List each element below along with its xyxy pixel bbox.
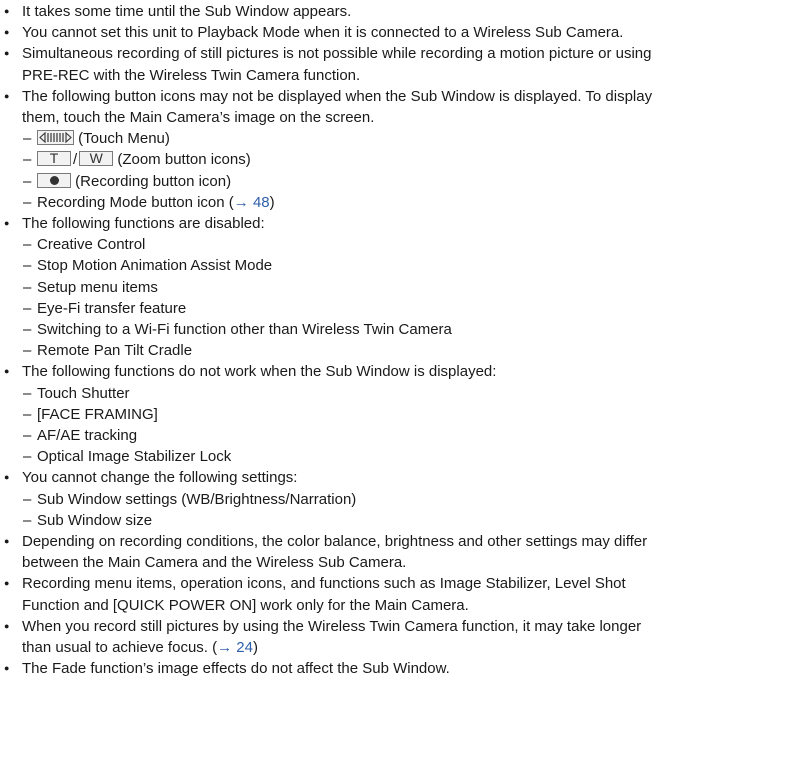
bullet-text: You cannot set this unit to Playback Mod…	[22, 24, 624, 42]
sub-item-text: Creative Control	[37, 236, 146, 254]
bullet-text: It takes some time until the Sub Window …	[22, 3, 352, 20]
slash-separator: /	[73, 151, 78, 169]
sub-item-text: AF/AE tracking	[37, 427, 138, 445]
page-ref-link[interactable]: → 24	[217, 639, 253, 656]
sub-item: AF/AE tracking	[4, 425, 804, 446]
sub-item-recording-mode: Recording Mode button icon (→ 48)	[4, 192, 804, 213]
sub-item: Optical Image Stabilizer Lock	[4, 446, 804, 467]
recording-icon-label: (Recording button icon)	[75, 172, 232, 190]
sub-item: Setup menu items	[4, 277, 804, 298]
closing-paren: )	[269, 193, 275, 211]
sub-item-recording-icon: (Recording button icon)	[4, 171, 804, 192]
sub-item: Eye-Fi transfer feature	[4, 298, 804, 319]
bullet-item: The following functions do not work when…	[4, 361, 804, 382]
bullet-text: them, touch the Main Camera’s image on t…	[22, 109, 375, 127]
recording-button-icon	[37, 172, 71, 188]
sub-item-text: Sub Window settings (WB/Brightness/Narra…	[37, 490, 357, 508]
bullet-text: You cannot change the following settings…	[22, 469, 298, 487]
bullet-text: PRE-REC with the Wireless Twin Camera fu…	[22, 66, 361, 84]
bullet-text: When you record still pictures by using …	[22, 617, 642, 635]
sub-item-text: Switching to a Wi-Fi function other than…	[37, 321, 452, 339]
bullet-text: Depending on recording conditions, the c…	[22, 533, 648, 551]
sub-item-touch-menu: (Touch Menu)	[4, 128, 804, 149]
sub-item: Remote Pan Tilt Cradle	[4, 340, 804, 361]
sub-item-text: Setup menu items	[37, 278, 158, 296]
zoom-t-icon: T	[37, 151, 71, 167]
zoom-w-icon: W	[79, 151, 114, 167]
touch-menu-label: (Touch Menu)	[78, 130, 170, 148]
sub-item: Touch Shutter	[4, 383, 804, 404]
bullet-item: You cannot set this unit to Playback Mod…	[4, 22, 804, 43]
sub-item-text: Stop Motion Animation Assist Mode	[37, 257, 273, 275]
bullet-text: Simultaneous recording of still pictures…	[22, 45, 652, 63]
sub-item-zoom-icons: T/W (Zoom button icons)	[4, 149, 804, 170]
sub-item: Switching to a Wi-Fi function other than…	[4, 319, 804, 340]
sub-item: Sub Window settings (WB/Brightness/Narra…	[4, 489, 804, 510]
closing-paren: )	[252, 639, 258, 657]
sub-item-text: Remote Pan Tilt Cradle	[37, 342, 193, 360]
recording-mode-text: Recording Mode button icon (	[37, 193, 234, 211]
bullet-item: The Fade function’s image effects do not…	[4, 658, 804, 679]
document-page: It takes some time until the Sub Window …	[4, 1, 804, 680]
sub-item: [FACE FRAMING]	[4, 404, 804, 425]
bullet-item: When you record still pictures by using …	[4, 616, 804, 658]
sub-item: Creative Control	[4, 234, 804, 255]
zoom-icons-label: (Zoom button icons)	[117, 151, 251, 169]
bullet-text: Recording menu items, operation icons, a…	[22, 575, 626, 593]
bullet-item: Simultaneous recording of still pictures…	[4, 43, 804, 85]
sub-item-text: Touch Shutter	[37, 384, 130, 402]
bullet-text: between the Main Camera and the Wireless…	[22, 554, 407, 572]
bullet-item: Depending on recording conditions, the c…	[4, 531, 804, 573]
bullet-text: Function and [QUICK POWER ON] work only …	[22, 596, 469, 614]
sub-item: Stop Motion Animation Assist Mode	[4, 255, 804, 276]
bullet-item: Recording menu items, operation icons, a…	[4, 573, 804, 615]
touch-menu-icon	[37, 130, 74, 146]
bullet-text: The following functions are disabled:	[22, 215, 265, 233]
bullet-item: The following functions are disabled:	[4, 213, 804, 234]
sub-item-text: Optical Image Stabilizer Lock	[37, 448, 232, 466]
page-ref-link[interactable]: → 48	[234, 194, 270, 211]
sub-item: Sub Window size	[4, 510, 804, 531]
sub-item-text: Sub Window size	[37, 511, 153, 529]
bullet-item: It takes some time until the Sub Window …	[4, 1, 804, 22]
bullet-text: The following functions do not work when…	[22, 363, 497, 381]
bullet-item: You cannot change the following settings…	[4, 467, 804, 488]
bullet-text-part: than usual to achieve focus. (	[22, 639, 218, 657]
bullet-text: than usual to achieve focus. (→ 24)	[22, 637, 804, 658]
bullet-text: The following button icons may not be di…	[22, 87, 653, 105]
sub-item-text: Eye-Fi transfer feature	[37, 299, 187, 317]
sub-item-text: [FACE FRAMING]	[37, 405, 158, 423]
bullet-text: The Fade function’s image effects do not…	[22, 660, 450, 678]
bullet-item: The following button icons may not be di…	[4, 86, 804, 128]
